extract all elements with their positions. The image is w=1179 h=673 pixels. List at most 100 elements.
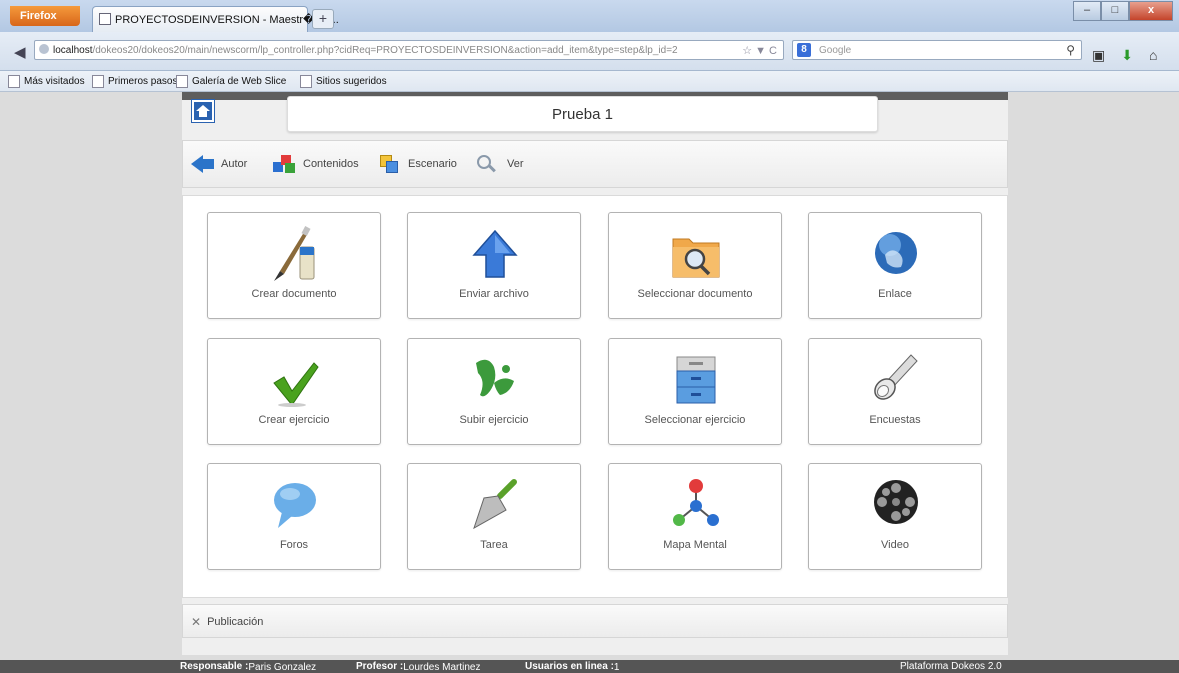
film-reel-icon: [874, 480, 918, 524]
home-button[interactable]: [192, 100, 214, 122]
checkmark-icon: [273, 362, 319, 407]
cubes-icon: [273, 155, 297, 173]
action-mind-map[interactable]: Mapa Mental: [608, 463, 782, 570]
upload-arrow-icon: [472, 229, 518, 278]
toolbar-label: Ver: [507, 158, 524, 170]
window-controls: – □ x: [1073, 1, 1173, 21]
arrow-left-icon: [191, 155, 215, 173]
action-label: Foros: [279, 539, 309, 551]
action-label: Enlace: [878, 288, 912, 300]
footer-online: Usuarios en linea : 1: [525, 661, 619, 673]
footer-teacher-name: Lourdes Martinez: [403, 662, 481, 673]
action-label: Mapa Mental: [663, 539, 727, 551]
action-send-file[interactable]: Enviar archivo: [407, 212, 581, 319]
firefox-menu-button[interactable]: Firefox: [10, 6, 80, 26]
address-bar[interactable]: localhost/dokeos20/dokeos20/main/newscor…: [34, 40, 784, 60]
action-create-exercise[interactable]: Crear ejercicio: [207, 338, 381, 445]
google-icon[interactable]: 8: [797, 43, 811, 57]
footer-responsible-name: Paris Gonzalez: [248, 662, 317, 673]
action-label: Subir ejercicio: [459, 414, 529, 426]
action-label: Tarea: [480, 539, 508, 551]
page-footer: Responsable : Paris Gonzalez Profesor : …: [0, 660, 1179, 673]
bookmark-item[interactable]: Primeros pasos: [92, 75, 177, 88]
footer-online-count: 1: [613, 662, 620, 673]
toolbar-author[interactable]: Autor: [191, 155, 247, 173]
action-link[interactable]: Enlace: [808, 212, 982, 319]
minimize-icon[interactable]: –: [1073, 1, 1101, 21]
action-forums[interactable]: Foros: [207, 463, 381, 570]
trowel-icon: [473, 479, 517, 530]
action-task[interactable]: Tarea: [407, 463, 581, 570]
publication-bar: ✕ Publicación: [182, 604, 1008, 638]
action-create-document[interactable]: Crear documento: [207, 212, 381, 319]
page-title: Prueba 1: [287, 96, 878, 132]
toolbar-contents[interactable]: Contenidos: [273, 155, 359, 173]
footer-teacher: Profesor : Lourdes Martinez: [356, 661, 481, 673]
action-select-exercise[interactable]: Seleccionar ejercicio: [608, 338, 782, 445]
paint-brush-icon: [274, 226, 315, 281]
action-label: Seleccionar ejercicio: [644, 414, 746, 426]
tab-title: PROYECTOSDEINVERSION - Maestr�a e...: [115, 14, 339, 26]
site-identity-icon[interactable]: [39, 44, 49, 54]
molecule-icon: [673, 479, 719, 526]
publication-icon: ✕: [191, 615, 202, 629]
footer-teacher-label: Profesor :: [356, 661, 404, 672]
toolbar-view[interactable]: Ver: [477, 155, 524, 173]
search-box[interactable]: 8 Google ⚲: [792, 40, 1082, 60]
bookmark-label: Sitios sugeridos: [316, 76, 387, 87]
action-label: Seleccionar documento: [637, 288, 753, 300]
bookmark-label: Más visitados: [24, 76, 85, 87]
close-icon[interactable]: x: [1129, 1, 1173, 21]
bookmarks-bar: Más visitados Primeros pasos Galería de …: [0, 71, 1179, 92]
bookmark-item[interactable]: Galería de Web Slice: [176, 75, 286, 88]
home-icon[interactable]: ⌂: [1149, 47, 1157, 64]
publication-label: Publicación: [207, 616, 264, 628]
download-icon[interactable]: ⬇: [1121, 47, 1133, 64]
toolbar-label: Autor: [221, 158, 248, 170]
bookmark-item[interactable]: Más visitados: [8, 75, 85, 88]
new-tab-button[interactable]: +: [312, 9, 334, 29]
footer-responsible: Responsable : Paris Gonzalez: [180, 661, 316, 673]
footer-responsible-label: Responsable :: [180, 661, 249, 672]
publication-button[interactable]: ✕ Publicación: [191, 615, 263, 629]
action-video[interactable]: Video: [808, 463, 982, 570]
maximize-icon[interactable]: □: [1101, 1, 1129, 21]
browser-tools: ▣ ⬇ ⌂: [1092, 47, 1157, 64]
speech-bubble-icon: [274, 483, 316, 528]
scenario-icon: [378, 155, 402, 173]
browser-titlebar: Firefox PROYECTOSDEINVERSION - Maestr�a …: [0, 0, 1179, 32]
toolbar-scenario[interactable]: Escenario: [378, 155, 457, 173]
bookmark-menu-icon[interactable]: ▣: [1092, 47, 1105, 64]
folder-search-icon: [672, 238, 720, 278]
url-host: localhost: [53, 45, 93, 56]
action-label: Crear ejercicio: [258, 414, 330, 426]
globe-icon: [875, 232, 917, 274]
reload-icon[interactable]: ☆ ▼ C: [742, 44, 777, 57]
action-upload-exercise[interactable]: Subir ejercicio: [407, 338, 581, 445]
footer-online-label: Usuarios en linea :: [525, 661, 614, 672]
bookmark-icon: [300, 75, 312, 88]
magnifier-icon: [477, 155, 501, 173]
bookmark-icon: [176, 75, 188, 88]
footer-platform: Plataforma Dokeos 2.0: [900, 661, 1002, 672]
action-surveys[interactable]: Encuestas: [808, 338, 982, 445]
action-label: Crear documento: [251, 288, 337, 300]
url-text[interactable]: localhost/dokeos20/dokeos20/main/newscor…: [53, 45, 678, 56]
navigation-bar: ◀ localhost/dokeos20/dokeos20/main/newsc…: [0, 32, 1179, 71]
action-label: Enviar archivo: [459, 288, 529, 300]
browser-tab[interactable]: PROYECTOSDEINVERSION - Maestr�a e...: [92, 6, 339, 32]
search-icon[interactable]: ⚲: [1066, 43, 1075, 57]
upload-exercise-icon: [476, 359, 514, 397]
bookmark-icon: [92, 75, 104, 88]
back-arrow-icon[interactable]: ◀: [14, 43, 26, 61]
bookmark-item[interactable]: Sitios sugeridos: [300, 75, 387, 88]
bookmark-icon: [8, 75, 20, 88]
bookmark-label: Galería de Web Slice: [192, 76, 287, 87]
toolbar-label: Escenario: [408, 158, 457, 170]
course-toolbar: Autor Contenidos Escenario Ver: [182, 140, 1008, 188]
cabinet-icon: [676, 356, 716, 404]
toolbar-label: Contenidos: [303, 158, 359, 170]
action-select-document[interactable]: Seleccionar documento: [608, 212, 782, 319]
home-body-icon: [199, 111, 207, 117]
bookmark-label: Primeros pasos: [108, 76, 178, 87]
